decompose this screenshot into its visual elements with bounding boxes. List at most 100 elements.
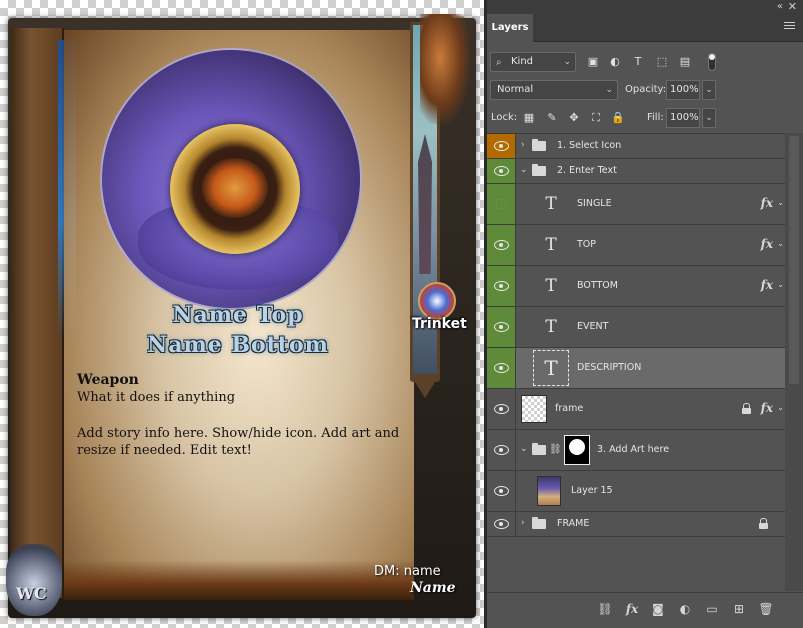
layer-row-frame-group[interactable]: › FRAME	[487, 512, 785, 537]
filter-pixel-icon[interactable]: ▣	[585, 54, 601, 70]
visibility-toggle[interactable]	[487, 471, 516, 511]
eye-icon	[494, 486, 509, 496]
tab-layers[interactable]: Layers	[487, 14, 533, 42]
visibility-toggle[interactable]	[487, 159, 516, 183]
layer-thumbnail	[537, 476, 561, 506]
eye-icon	[494, 322, 509, 332]
panel-title-strip: « ✕	[487, 0, 803, 14]
layer-name: SINGLE	[577, 198, 612, 209]
filter-smart-object-icon[interactable]: ▤	[677, 54, 693, 70]
type-layer-icon: T	[533, 350, 569, 386]
layers-panel: « ✕ Layers ⌕ Kind ⌄ ▣ ◐ T ⬚ ▤ Normal ⌄ O…	[487, 0, 803, 628]
lock-transparent-pixels-icon[interactable]: ▦	[521, 110, 537, 126]
lock-icon	[759, 518, 768, 529]
wc-logo-text: WC	[16, 584, 47, 603]
opacity-dropdown-icon[interactable]: ⌄	[702, 80, 716, 100]
layer-row-single[interactable]: T SINGLE fx ⌄	[487, 184, 785, 225]
visibility-toggle[interactable]	[487, 134, 516, 158]
layer-row-select-icon[interactable]: › 1. Select Icon	[487, 134, 785, 159]
chevron-down-icon[interactable]: ⌄	[777, 280, 784, 289]
filter-toggle-switch[interactable]	[708, 53, 716, 71]
visibility-toggle[interactable]	[487, 266, 516, 306]
layer-row-bottom[interactable]: T BOTTOM fx ⌄	[487, 266, 785, 307]
layer-row-top[interactable]: T TOP fx ⌄	[487, 225, 785, 266]
layer-row-add-art[interactable]: ⌄ ⛓ 3. Add Art here	[487, 430, 785, 471]
eye-icon	[494, 404, 509, 414]
layer-row-event[interactable]: T EVENT	[487, 307, 785, 348]
card-category-strip	[404, 14, 470, 409]
collapse-panels-icon[interactable]: «	[777, 1, 783, 12]
fill-dropdown-icon[interactable]: ⌄	[702, 108, 716, 128]
add-layer-style-icon[interactable]: fx	[623, 601, 641, 617]
opacity-input[interactable]: 100%	[666, 80, 700, 100]
lock-row: Lock: ▦ ✎ ✥ ⛶ 🔒 Fill: 100% ⌄	[487, 106, 803, 130]
lock-label: Lock:	[491, 112, 518, 123]
search-icon: ⌕	[496, 57, 502, 68]
lock-all-icon[interactable]: 🔒	[610, 110, 626, 126]
folder-open-icon	[532, 164, 546, 176]
layers-scrollbar-thumb[interactable]	[789, 136, 799, 384]
filter-kind-select[interactable]: ⌕ Kind ⌄	[490, 52, 576, 72]
layer-row-layer-15[interactable]: Layer 15	[487, 471, 785, 512]
visibility-toggle[interactable]	[487, 225, 516, 265]
category-label: Trinket	[412, 316, 467, 332]
eye-icon	[494, 281, 509, 291]
fill-label: Fill:	[647, 112, 664, 123]
blend-mode-select[interactable]: Normal ⌄	[490, 80, 618, 100]
eye-icon	[494, 519, 509, 529]
layers-list: › 1. Select Icon ⌄ 2. Enter Text T SINGL…	[487, 133, 803, 591]
link-layers-icon[interactable]: ⛓	[596, 601, 614, 617]
new-adjustment-layer-icon[interactable]: ◐	[676, 601, 694, 617]
blend-mode-value: Normal	[497, 84, 534, 95]
card-spine	[10, 28, 64, 598]
chevron-right-icon[interactable]: ›	[521, 140, 525, 150]
chevron-right-icon[interactable]: ›	[521, 518, 525, 528]
filter-adjustment-icon[interactable]: ◐	[607, 54, 623, 70]
new-group-icon[interactable]: ▭	[703, 601, 721, 617]
visibility-toggle[interactable]	[487, 307, 516, 347]
visibility-toggle[interactable]	[487, 430, 516, 470]
blend-row: Normal ⌄ Opacity: 100% ⌄	[487, 78, 803, 102]
chevron-down-icon[interactable]: ⌄	[777, 239, 784, 248]
fx-icon[interactable]: fx	[761, 401, 773, 415]
fx-icon[interactable]: fx	[761, 196, 773, 210]
layer-name: BOTTOM	[577, 280, 618, 291]
new-layer-icon[interactable]: ⊞	[730, 601, 748, 617]
lock-artboard-icon[interactable]: ⛶	[588, 110, 604, 126]
close-panel-icon[interactable]: ✕	[788, 0, 797, 13]
layer-row-enter-text[interactable]: ⌄ 2. Enter Text	[487, 159, 785, 184]
delete-layer-icon[interactable]: 🗑	[757, 601, 775, 617]
visibility-toggle[interactable]	[487, 389, 516, 429]
fx-icon[interactable]: fx	[761, 278, 773, 292]
panel-menu-icon[interactable]	[784, 22, 795, 31]
lock-image-pixels-icon[interactable]: ✎	[544, 110, 560, 126]
layer-row-description[interactable]: T DESCRIPTION	[487, 348, 785, 389]
chevron-down-icon[interactable]: ⌄	[520, 444, 528, 454]
type-layer-icon: T	[545, 194, 557, 214]
filter-type-icon[interactable]: T	[630, 54, 646, 70]
lock-position-icon[interactable]: ✥	[566, 110, 582, 126]
layer-row-frame[interactable]: frame fx ⌄	[487, 389, 785, 430]
visibility-toggle[interactable]	[487, 512, 516, 536]
mask-thumbnail[interactable]	[564, 435, 590, 465]
layer-name: 3. Add Art here	[597, 444, 670, 455]
chevron-down-icon[interactable]: ⌄	[520, 165, 528, 175]
card-name-top: Name Top	[172, 302, 304, 328]
fill-input[interactable]: 100%	[666, 108, 700, 128]
visibility-toggle[interactable]	[487, 348, 516, 388]
visibility-toggle[interactable]	[487, 184, 516, 224]
trinket-icon	[418, 282, 456, 320]
filter-shape-icon[interactable]: ⬚	[654, 54, 670, 70]
add-mask-icon[interactable]: ◙	[649, 601, 667, 617]
chevron-down-icon[interactable]: ⌄	[777, 198, 784, 207]
type-layer-icon: T	[545, 235, 557, 255]
fx-icon[interactable]: fx	[761, 237, 773, 251]
lock-icon	[742, 403, 751, 414]
card-name-bottom: Name Bottom	[147, 332, 329, 358]
link-icon[interactable]: ⛓	[549, 444, 562, 455]
card-item-type: Weapon	[77, 372, 139, 388]
folder-icon	[532, 139, 546, 151]
type-layer-icon: T	[545, 317, 557, 337]
chevron-down-icon[interactable]: ⌄	[777, 403, 784, 412]
document-canvas[interactable]: Trinket Name Top Name Bottom Weapon What…	[0, 0, 484, 628]
